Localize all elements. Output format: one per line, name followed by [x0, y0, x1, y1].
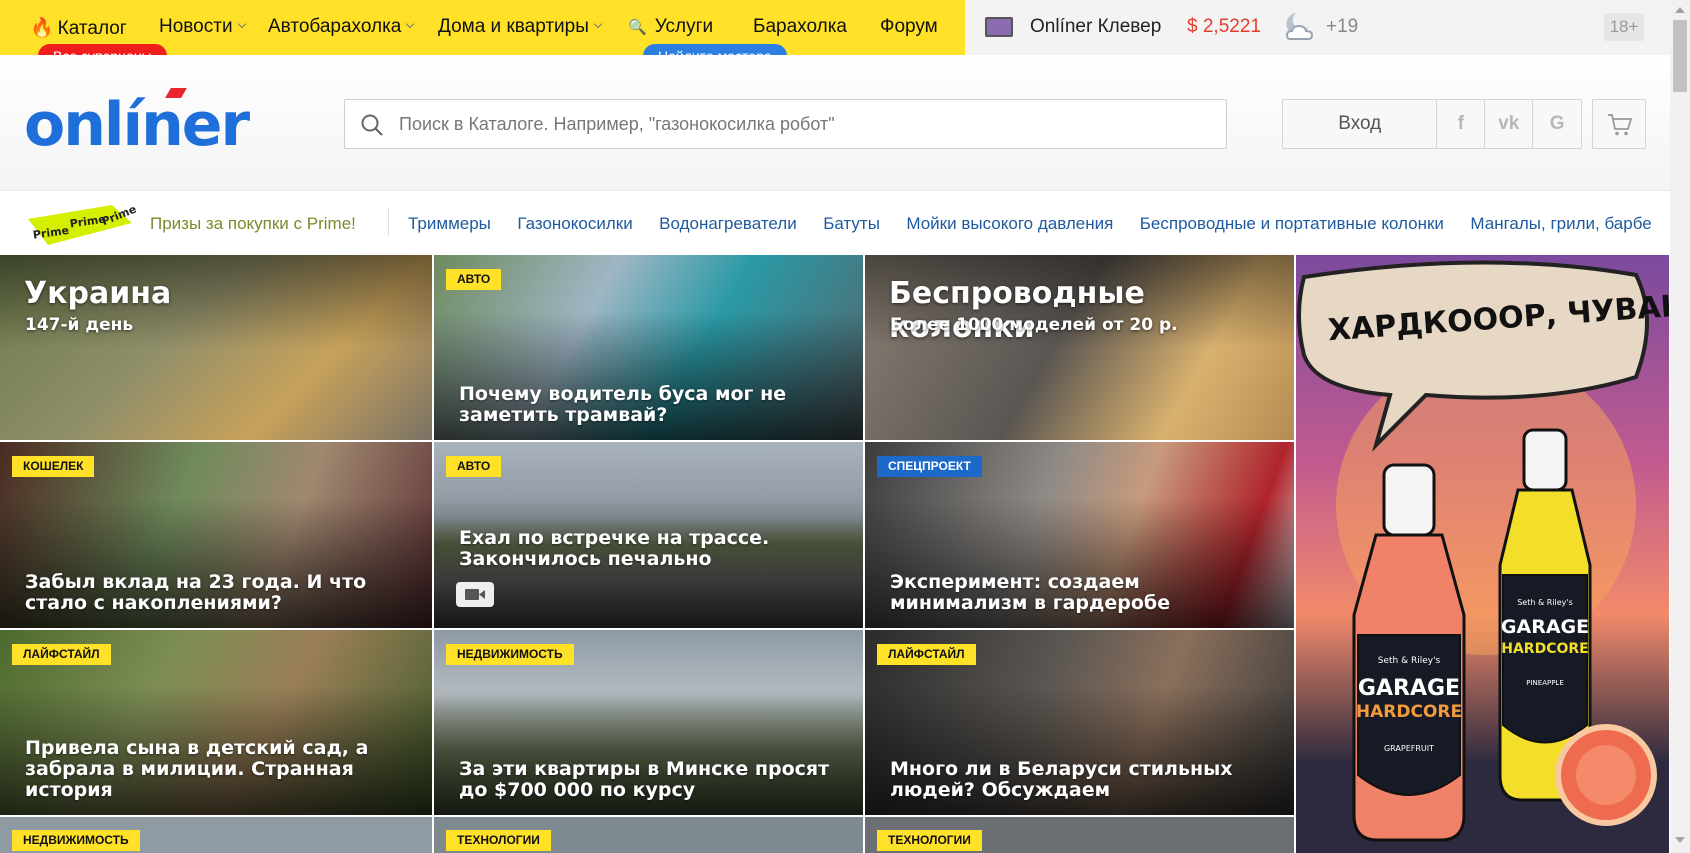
search-icon [361, 114, 383, 136]
page: 🔥 Каталог Новости Автобарахолка Дома и кв… [0, 0, 1690, 853]
ad-artwork: ХАРДКОООР, ЧУВАК! Seth & Riley's GARAGE … [1297, 260, 1669, 842]
category-link[interactable]: Триммеры [408, 214, 491, 233]
news-title: Привела сына в детский сад, а забрала в … [25, 737, 369, 801]
news-tile[interactable]: СПЕЦПРОЕКТ Эксперимент: создаем минимали… [865, 442, 1294, 628]
clever-icon [985, 17, 1013, 37]
fire-icon: 🔥 [30, 18, 54, 39]
news-tag: НЕДВИЖИМОСТЬ [12, 830, 140, 851]
news-tile-speakers[interactable]: Беспроводные колонки Более 1000 моделей … [865, 255, 1294, 440]
svg-text:Seth & Riley's: Seth & Riley's [1517, 598, 1573, 607]
vk-login-button[interactable]: vk [1485, 100, 1534, 148]
category-link[interactable]: Мойки высокого давления [906, 214, 1113, 233]
news-tile[interactable]: КОШЕЛЕК Забыл вклад на 23 года. И что ст… [0, 442, 432, 628]
news-tag: ЛАЙФСТАЙЛ [877, 644, 976, 665]
news-title: Ехал по встречке на трассе. Закончилось … [459, 527, 770, 570]
news-title: Эксперимент: создаем минимализм в гардер… [890, 571, 1171, 614]
news-title: Забыл вклад на 23 года. И что стало с на… [25, 571, 367, 614]
scroll-down-icon[interactable] [1674, 836, 1686, 844]
search-input[interactable] [399, 100, 1209, 148]
svg-text:PINEAPPLE: PINEAPPLE [1526, 679, 1564, 687]
news-subtitle: 147-й день [25, 315, 134, 335]
news-tag: СПЕЦПРОЕКТ [877, 456, 982, 477]
nav-forum[interactable]: Форум [880, 16, 938, 38]
svg-text:GARAGE: GARAGE [1358, 676, 1460, 701]
category-link[interactable]: Батуты [823, 214, 880, 233]
news-tag: НЕДВИЖИМОСТЬ [446, 644, 574, 665]
chevron-down-icon [593, 19, 603, 29]
prime-promo-link[interactable]: Призы за покупки с Prime! [150, 214, 356, 234]
nav-auto-market[interactable]: Автобарахолка [268, 16, 415, 38]
facebook-login-button[interactable]: f [1437, 100, 1486, 148]
temperature[interactable]: +19 [1326, 16, 1358, 38]
scrollbar-thumb[interactable] [1673, 20, 1687, 92]
google-login-button[interactable]: G [1533, 100, 1581, 148]
news-tile[interactable]: АВТО Ехал по встречке на трассе. Закончи… [434, 442, 863, 628]
news-tile[interactable]: НЕДВИЖИМОСТЬ [0, 817, 432, 853]
category-link[interactable]: Газонокосилки [517, 214, 632, 233]
news-title: За эти квартиры в Минске просят до $700 … [459, 758, 830, 801]
vk-icon: vk [1498, 113, 1520, 134]
category-link[interactable]: Водонагреватели [659, 214, 797, 233]
cart-icon [1608, 114, 1633, 136]
news-tile-ukraine[interactable]: Украина 147-й день [0, 255, 432, 440]
category-link[interactable]: Беспроводные и портативные колонки [1140, 214, 1444, 233]
category-link[interactable]: Мангалы, грили, барбе [1470, 214, 1651, 233]
nav-real-estate[interactable]: Дома и квартиры [438, 16, 603, 38]
news-tag: ТЕХНОЛОГИИ [877, 830, 982, 851]
facebook-icon: f [1457, 113, 1465, 134]
google-icon: G [1549, 113, 1565, 134]
age-rating-badge: 18+ [1604, 13, 1644, 41]
currency-rate[interactable]: $ 2,5221 [1187, 16, 1261, 38]
weather-moon-cloud-icon[interactable] [1284, 9, 1320, 43]
video-icon [456, 582, 494, 607]
news-tile[interactable]: НЕДВИЖИМОСТЬ За эти квартиры в Минске пр… [434, 630, 863, 815]
nav-news[interactable]: Новости [159, 16, 246, 38]
chevron-down-icon [406, 19, 415, 29]
news-tag: ТЕХНОЛОГИИ [446, 830, 551, 851]
news-title: Украина [24, 276, 172, 311]
news-title: Почему водитель буса мог не заметить тра… [459, 383, 787, 426]
login-button[interactable]: Вход [1283, 100, 1438, 148]
svg-text:GRAPEFRUIT: GRAPEFRUIT [1384, 744, 1434, 753]
category-links: Триммеры Газонокосилки Водонагреватели Б… [408, 214, 1656, 234]
news-tag: АВТО [446, 269, 502, 290]
search-box[interactable] [344, 99, 1227, 149]
ad-banner[interactable]: ХАРДКОООР, ЧУВАК! Seth & Riley's GARAGE … [1296, 255, 1669, 853]
news-tile[interactable]: ЛАЙФСТАЙЛ Привела сына в детский сад, а … [0, 630, 432, 815]
clever-link[interactable]: Onlíner Клевер [1030, 16, 1161, 38]
news-title: Много ли в Беларуси стильных людей? Обсу… [890, 758, 1233, 801]
divider [388, 208, 389, 236]
news-tag: АВТО [446, 456, 502, 477]
news-subtitle: Более 1000 моделей от 20 р. [890, 315, 1178, 335]
svg-text:Seth & Riley's: Seth & Riley's [1378, 656, 1441, 666]
svg-text:HARDCORE: HARDCORE [1356, 702, 1462, 722]
svg-text:GARAGE: GARAGE [1501, 616, 1589, 638]
svg-text:HARDCORE: HARDCORE [1501, 641, 1588, 657]
site-logo[interactable]: onlíner [24, 91, 250, 159]
scrollbar[interactable] [1670, 0, 1690, 853]
news-tile[interactable]: АВТО Почему водитель буса мог не заметит… [434, 255, 863, 440]
news-tag: ЛАЙФСТАЙЛ [12, 644, 111, 665]
magnifier-icon: 🔍 [628, 19, 647, 36]
nav-catalog[interactable]: 🔥 Каталог [30, 16, 127, 40]
scroll-up-icon[interactable] [1674, 6, 1686, 14]
news-tile[interactable]: ТЕХНОЛОГИИ [865, 817, 1294, 853]
news-tag: КОШЕЛЕК [12, 456, 95, 477]
nav-services[interactable]: 🔍 Услуги [628, 16, 713, 38]
news-tile[interactable]: ТЕХНОЛОГИИ [434, 817, 863, 853]
chevron-down-icon [237, 19, 246, 29]
nav-flea-market[interactable]: Барахолка [753, 16, 847, 38]
prime-logo[interactable]: Prime Prime Prime [24, 201, 136, 249]
news-tile[interactable]: ЛАЙФСТАЙЛ Много ли в Беларуси стильных л… [865, 630, 1294, 815]
auth-group: Вход f vk G [1282, 99, 1582, 149]
cart-button[interactable] [1592, 99, 1646, 149]
